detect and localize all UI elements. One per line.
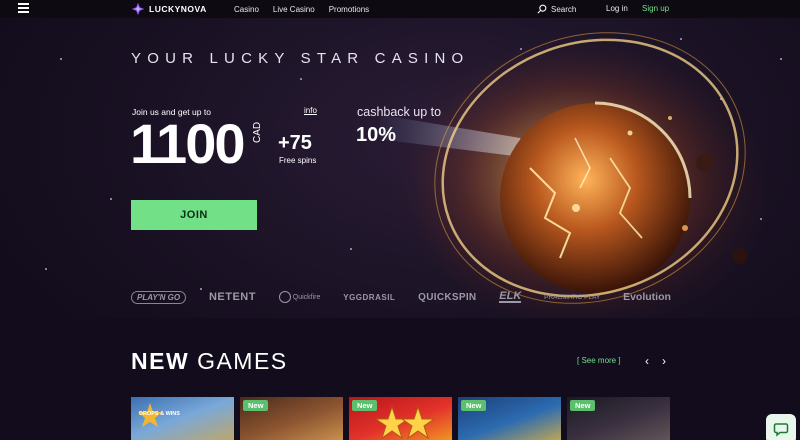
nav-item-promotions[interactable]: Promotions xyxy=(329,5,369,14)
provider-logos: PLAY'N GO NETENT Quickfire YGGDRASIL QUI… xyxy=(131,289,671,305)
nav-item-live-casino[interactable]: Live Casino xyxy=(273,5,315,14)
top-navigation-bar: LUCKYNOVA Casino Live Casino Promotions … xyxy=(0,0,800,18)
provider-logo-quickspin: QUICKSPIN xyxy=(418,291,477,303)
see-more-link[interactable]: [ See more ] xyxy=(577,356,621,365)
free-spins-label: Free spins xyxy=(279,156,317,165)
drops-wins-label: DROPS & WINS xyxy=(139,411,180,417)
chat-bubble-icon xyxy=(773,423,789,437)
join-button[interactable]: JOIN xyxy=(131,200,257,230)
login-link[interactable]: Log in xyxy=(606,4,628,13)
new-badge: New xyxy=(570,400,596,411)
bonus-amount: 1100 xyxy=(130,112,245,175)
brand-name: LUCKYNOVA xyxy=(149,4,207,14)
signup-link[interactable]: Sign up xyxy=(642,4,669,13)
game-card[interactable]: New xyxy=(458,397,561,440)
carousel-prev-button[interactable]: ‹ xyxy=(645,354,649,368)
search-button[interactable]: Search xyxy=(537,0,576,18)
new-badge: New xyxy=(243,400,269,411)
game-card[interactable]: New xyxy=(349,397,452,440)
live-chat-button[interactable] xyxy=(766,414,796,440)
offer-info-link[interactable]: info xyxy=(304,106,317,115)
game-card[interactable]: New xyxy=(240,397,343,440)
new-games-heading-bold: NEW xyxy=(131,348,190,374)
free-spins-count: +75 xyxy=(278,132,312,154)
provider-logo-playngo: PLAY'N GO xyxy=(131,290,187,304)
provider-logo-yggdrasil: YGGDRASIL xyxy=(343,292,396,302)
new-games-heading: NEW GAMES xyxy=(131,348,288,375)
carousel-next-button[interactable]: › xyxy=(662,354,666,368)
hero-banner: YOUR LUCKY STAR CASINO Join us and get u… xyxy=(0,18,800,318)
provider-logo-pragmatic: PRAGMATIC PLAY xyxy=(544,293,601,301)
search-icon xyxy=(537,4,547,14)
game-card[interactable]: DROPS & WINS xyxy=(131,397,234,440)
cashback-label: cashback up to xyxy=(357,105,442,119)
new-games-carousel: DROPS & WINS New New New New xyxy=(131,397,670,440)
new-badge: New xyxy=(461,400,487,411)
game-card[interactable]: New xyxy=(567,397,670,440)
provider-logo-elk: ELK xyxy=(499,290,522,303)
star-logo-icon xyxy=(131,2,145,16)
provider-quickfire-label: Quickfire xyxy=(292,293,321,301)
main-nav: Casino Live Casino Promotions xyxy=(234,0,369,18)
cashback-value: 10% xyxy=(356,124,397,146)
hero-tagline: YOUR LUCKY STAR CASINO xyxy=(131,50,470,67)
new-games-heading-light: GAMES xyxy=(197,348,288,374)
provider-logo-evolution: Evolution xyxy=(623,291,671,303)
quickfire-ring-icon xyxy=(278,291,291,303)
bonus-currency: CAD xyxy=(252,121,263,143)
nav-item-casino[interactable]: Casino xyxy=(234,5,259,14)
stars-game-art-icon xyxy=(374,405,434,440)
menu-icon[interactable] xyxy=(18,3,29,13)
provider-logo-quickfire: Quickfire xyxy=(278,291,321,303)
brand-logo[interactable]: LUCKYNOVA xyxy=(131,0,207,18)
search-label: Search xyxy=(551,4,577,14)
provider-logo-netent: NETENT xyxy=(208,291,256,303)
